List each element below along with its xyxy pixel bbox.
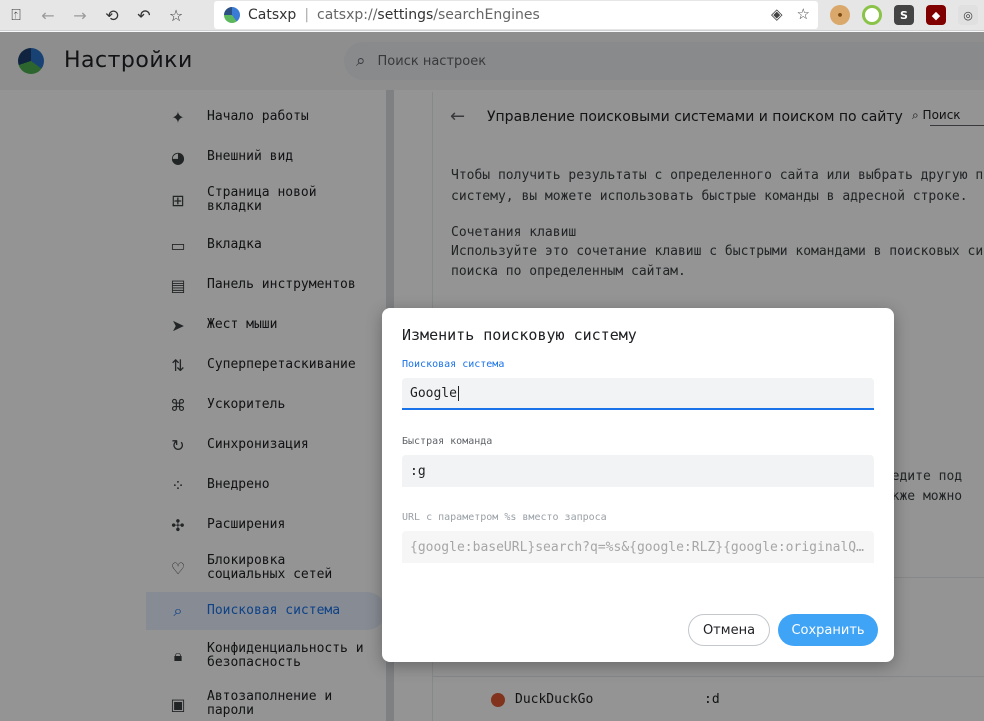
glasses-extension-icon[interactable]: ◎ bbox=[958, 5, 978, 25]
site-name: Catsxp bbox=[248, 7, 297, 23]
browser-toolbar: ⍐ ← → ⟲ ↶ ☆ Catsxp | catsxp://settings/s… bbox=[0, 0, 984, 31]
engine-name-field[interactable]: Google bbox=[402, 378, 874, 410]
undo-icon[interactable]: ↶ bbox=[128, 0, 160, 31]
save-button[interactable]: Сохранить bbox=[778, 614, 878, 646]
url-separator: | bbox=[304, 7, 310, 23]
url-field: {google:baseURL}search?q=%s&{google:RLZ}… bbox=[402, 531, 874, 563]
address-bar[interactable]: Catsxp | catsxp://settings/searchEngines… bbox=[214, 1, 818, 29]
edit-search-engine-dialog: Изменить поисковую систему Поисковая сис… bbox=[382, 308, 894, 662]
shortcut-field[interactable]: :g bbox=[402, 455, 874, 487]
dialog-title: Изменить поисковую систему bbox=[402, 326, 637, 344]
star-icon[interactable]: ☆ bbox=[797, 5, 810, 23]
circle-extension-icon[interactable] bbox=[862, 5, 882, 25]
engine-name-label: Поисковая система bbox=[402, 359, 505, 370]
panel-icon[interactable]: ⍐ bbox=[0, 0, 32, 31]
ublock-icon[interactable]: ◆ bbox=[926, 5, 946, 25]
url-text: catsxp://settings/searchEngines bbox=[317, 7, 540, 23]
url-label: URL с параметром %s вместо запроса bbox=[402, 512, 607, 523]
reload-icon[interactable]: ⟲ bbox=[96, 0, 128, 31]
shortcut-label: Быстрая команда bbox=[402, 436, 493, 447]
s-extension-icon[interactable]: S bbox=[894, 5, 914, 25]
layers-icon[interactable]: ◈ bbox=[771, 5, 783, 23]
bookmark-star-icon[interactable]: ☆ bbox=[160, 0, 192, 31]
back-icon[interactable]: ← bbox=[32, 0, 64, 31]
site-logo-icon bbox=[224, 7, 240, 23]
text-caret bbox=[457, 385, 459, 401]
cookie-extension-icon[interactable]: • bbox=[830, 5, 850, 25]
cancel-button[interactable]: Отмена bbox=[688, 614, 770, 646]
forward-icon[interactable]: → bbox=[64, 0, 96, 31]
